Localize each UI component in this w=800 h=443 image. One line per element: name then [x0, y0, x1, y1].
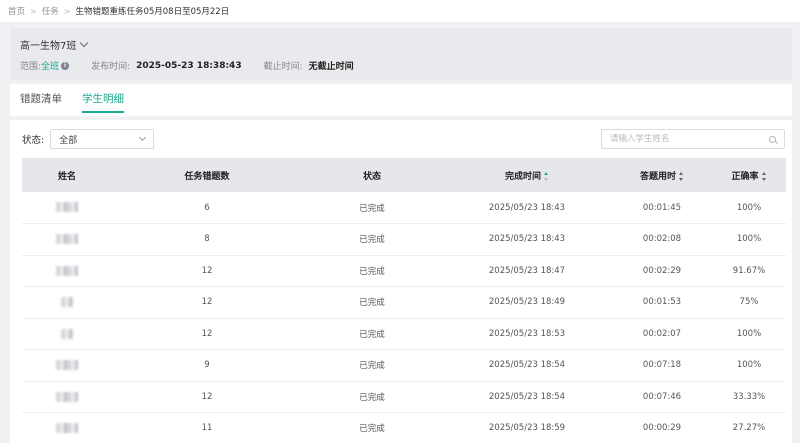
chevron-down-icon	[139, 133, 147, 142]
cell-accuracy: 27.27%	[732, 423, 766, 434]
table-row[interactable]: 12 已完成 2025/05/23 18:47 00:02:29 91.67%	[22, 255, 786, 287]
cell-wrong-count: 12	[201, 297, 213, 308]
student-name-blurred	[22, 255, 112, 287]
task-meta: 范围: 全班 i 发布时间: 2025-05-23 18:38:43 截止时间:…	[20, 59, 376, 73]
table-row[interactable]: 12 已完成 2025/05/23 18:53 00:02:07 100%	[22, 318, 786, 350]
cell-accuracy: 75%	[739, 297, 759, 308]
cell-wrong-count: 12	[201, 391, 213, 402]
range-label: 范围:	[20, 62, 42, 72]
cell-duration: 00:07:46	[642, 391, 682, 402]
cell-status: 已完成	[359, 266, 385, 277]
student-name-blurred	[22, 350, 112, 382]
student-name-blurred	[22, 192, 112, 224]
cell-completed-time: 2025/05/23 18:43	[488, 202, 566, 213]
cell-wrong-count: 9	[204, 360, 210, 371]
search-input[interactable]	[610, 134, 750, 144]
student-name-blurred	[22, 381, 112, 413]
deadline-value: 无截止时间	[308, 62, 354, 72]
student-table: 姓名 任务错题数 状态 完成时间 答题用时 正确率 6 已完成 2025/05/…	[22, 158, 786, 443]
student-name-blurred	[22, 318, 112, 350]
col-header-status: 状态	[362, 171, 381, 182]
status-select-value: 全部	[59, 135, 78, 146]
cell-accuracy: 100%	[736, 328, 762, 339]
publish-label: 发布时间:	[91, 62, 131, 72]
cell-completed-time: 2025/05/23 18:49	[488, 297, 566, 308]
class-selector[interactable]: 高一生物7班	[20, 37, 89, 52]
breadcrumb-separator: >	[30, 6, 37, 16]
cell-completed-time: 2025/05/23 18:53	[488, 328, 566, 339]
table-header-row: 姓名 任务错题数 状态 完成时间 答题用时 正确率	[22, 158, 786, 192]
cell-status: 已完成	[359, 203, 385, 214]
sort-icon[interactable]	[761, 171, 767, 181]
cell-duration: 00:01:53	[642, 297, 682, 308]
range-value: 全班	[41, 62, 60, 72]
cell-duration: 00:07:18	[642, 360, 682, 371]
status-filter: 状态: 全部	[22, 129, 155, 149]
cell-completed-time: 2025/05/23 18:43	[488, 234, 566, 245]
cell-accuracy: 91.67%	[732, 265, 766, 276]
student-name-blurred	[22, 287, 112, 319]
student-search	[601, 129, 785, 149]
tab-student-details[interactable]: 学生明细	[72, 91, 134, 116]
table-row[interactable]: 12 已完成 2025/05/23 18:49 00:01:53 75%	[22, 287, 786, 319]
cell-completed-time: 2025/05/23 18:47	[488, 265, 566, 276]
table-row[interactable]: 12 已完成 2025/05/23 18:54 00:07:46 33.33%	[22, 381, 786, 413]
cell-accuracy: 100%	[736, 234, 762, 245]
col-header-wrong-count: 任务错题数	[184, 171, 230, 182]
cell-accuracy: 100%	[736, 360, 762, 371]
cell-completed-time: 2025/05/23 18:59	[488, 423, 566, 434]
col-header-name: 姓名	[57, 171, 76, 182]
breadcrumb-current: 生物错题重练任务05月08日至05月22日	[75, 7, 230, 17]
cell-wrong-count: 6	[204, 202, 210, 213]
status-select[interactable]: 全部	[50, 129, 155, 149]
cell-duration: 00:00:29	[642, 423, 682, 434]
class-info-panel: 高一生物7班 范围: 全班 i 发布时间: 2025-05-23 18:38:4…	[10, 28, 792, 80]
cell-duration: 00:01:45	[642, 202, 682, 213]
col-header-completed-time[interactable]: 完成时间	[442, 158, 612, 192]
sort-icon[interactable]	[679, 171, 684, 181]
cell-status: 已完成	[359, 235, 385, 246]
table-row[interactable]: 6 已完成 2025/05/23 18:43 00:01:45 100%	[22, 192, 786, 224]
cell-duration: 00:02:29	[642, 265, 682, 276]
status-filter-label: 状态:	[22, 135, 45, 146]
cell-status: 已完成	[359, 424, 385, 435]
breadcrumb-tasks[interactable]: 任务	[42, 5, 59, 17]
table-row[interactable]: 8 已完成 2025/05/23 18:43 00:02:08 100%	[22, 224, 786, 256]
publish-time: 2025-05-23 18:38:43	[136, 60, 242, 71]
cell-duration: 00:02:07	[642, 328, 682, 339]
student-details-panel: 状态: 全部 姓名 任务错题数 状态 完成时间 答题用时 正确率	[10, 120, 792, 443]
cell-status: 已完成	[359, 329, 385, 340]
deadline-label: 截止时间:	[263, 62, 303, 72]
breadcrumb-home[interactable]: 首页	[8, 5, 25, 17]
table-row[interactable]: 11 已完成 2025/05/23 18:59 00:00:29 27.27%	[22, 413, 786, 443]
sort-icon[interactable]	[544, 171, 549, 181]
class-name: 高一生物7班	[20, 41, 77, 52]
cell-wrong-count: 11	[201, 423, 213, 434]
search-icon[interactable]	[769, 135, 776, 143]
cell-status: 已完成	[359, 392, 385, 403]
breadcrumb: 首页 > 任务 > 生物错题重练任务05月08日至05月22日	[0, 0, 800, 22]
chevron-down-icon	[80, 38, 89, 48]
student-name-blurred	[22, 413, 112, 443]
tab-wrong-questions[interactable]: 错题清单	[10, 91, 72, 116]
student-name-blurred	[22, 224, 112, 256]
cell-completed-time: 2025/05/23 18:54	[488, 360, 566, 371]
cell-status: 已完成	[359, 298, 385, 309]
cell-wrong-count: 12	[201, 265, 213, 276]
tab-bar: 错题清单 学生明细	[10, 84, 792, 116]
col-header-accuracy[interactable]: 正确率	[712, 158, 786, 192]
cell-accuracy: 100%	[736, 202, 762, 213]
cell-wrong-count: 12	[201, 328, 213, 339]
cell-completed-time: 2025/05/23 18:54	[488, 391, 566, 402]
info-icon[interactable]: i	[61, 61, 70, 70]
cell-wrong-count: 8	[204, 234, 210, 245]
table-row[interactable]: 9 已完成 2025/05/23 18:54 00:07:18 100%	[22, 350, 786, 382]
cell-status: 已完成	[359, 361, 385, 372]
col-header-duration[interactable]: 答题用时	[612, 158, 712, 192]
cell-duration: 00:02:08	[642, 234, 682, 245]
breadcrumb-separator: >	[63, 6, 71, 16]
cell-accuracy: 33.33%	[732, 391, 766, 402]
